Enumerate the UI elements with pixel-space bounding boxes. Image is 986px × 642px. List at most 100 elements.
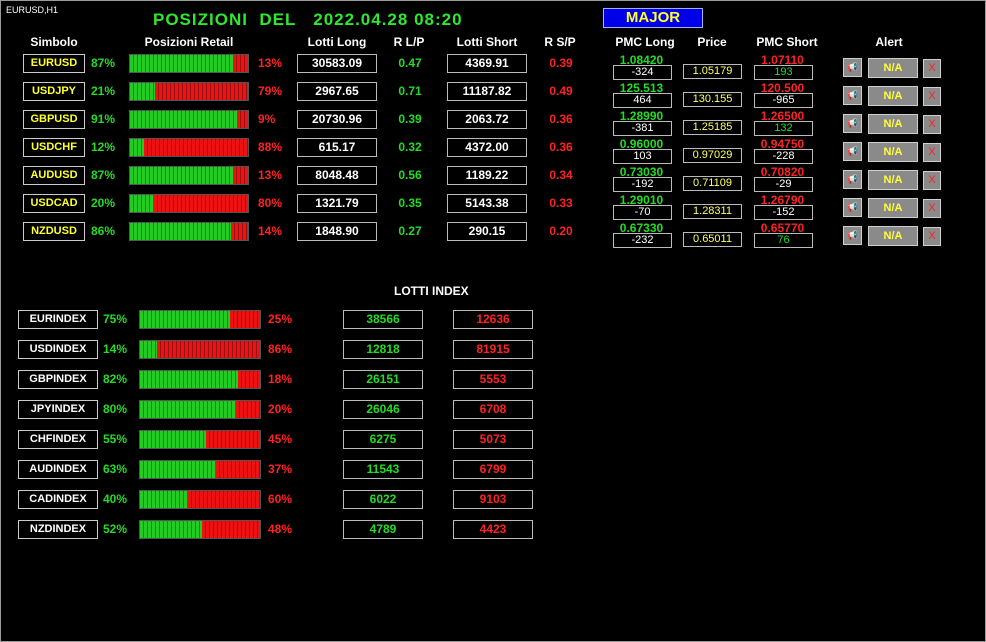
r-lp-value: 0.56 — [398, 168, 422, 182]
long-segment — [140, 371, 238, 388]
alert-bell-button[interactable]: 📢 — [843, 142, 862, 161]
bell-icon: 📢 — [846, 90, 859, 100]
index-short-percent: 18% — [268, 372, 293, 386]
alert-bell-button[interactable]: 📢 — [843, 170, 862, 189]
header-r-sp: R S/P — [544, 35, 576, 49]
index-name-box[interactable]: AUDINDEX — [18, 460, 98, 479]
symbol-box[interactable]: USDCHF — [23, 138, 85, 157]
major-group-button[interactable]: MAJOR — [603, 8, 703, 28]
header-pmc-long: PMC Long — [615, 35, 675, 49]
index-short-percent: 37% — [268, 462, 293, 476]
symbol-box[interactable]: USDJPY — [23, 82, 85, 101]
alert-bell-button[interactable]: 📢 — [843, 114, 862, 133]
r-sp-value: 0.34 — [549, 168, 573, 182]
index-long-percent: 40% — [103, 492, 128, 506]
alert-status-button[interactable]: N/A — [868, 170, 918, 190]
short-segment — [216, 461, 260, 478]
index-short-percent: 25% — [268, 312, 293, 326]
lotti-short-value: 4369.91 — [447, 54, 527, 73]
index-name-box[interactable]: CADINDEX — [18, 490, 98, 509]
index-long-percent: 14% — [103, 342, 128, 356]
alert-status-button[interactable]: N/A — [868, 58, 918, 78]
remove-alert-button[interactable]: X — [923, 199, 941, 218]
alert-status-button[interactable]: N/A — [868, 142, 918, 162]
index-name-box[interactable]: CHFINDEX — [18, 430, 98, 449]
alert-bell-button[interactable]: 📢 — [843, 226, 862, 245]
price-value: 0.71109 — [683, 176, 742, 191]
long-segment — [130, 55, 233, 72]
price-value: 1.28311 — [683, 204, 742, 219]
index-short-lots: 6708 — [453, 400, 533, 419]
short-segment — [231, 223, 248, 240]
symbol-box[interactable]: GBPUSD — [23, 110, 85, 129]
index-long-lots: 11543 — [343, 460, 423, 479]
index-short-lots: 9103 — [453, 490, 533, 509]
bell-icon: 📢 — [846, 202, 859, 212]
alert-status-button[interactable]: N/A — [868, 114, 918, 134]
alert-status-button[interactable]: N/A — [868, 198, 918, 218]
index-short-lots: 12636 — [453, 310, 533, 329]
header-lotti-short: Lotti Short — [456, 35, 518, 49]
alert-bell-button[interactable]: 📢 — [843, 198, 862, 217]
index-short-lots: 6799 — [453, 460, 533, 479]
index-long-lots: 26151 — [343, 370, 423, 389]
symbol-box[interactable]: NZDUSD — [23, 222, 85, 241]
remove-alert-button[interactable]: X — [923, 115, 941, 134]
r-sp-value: 0.36 — [549, 140, 573, 154]
pmc-short-diff: -29 — [754, 177, 813, 192]
short-segment — [154, 195, 248, 212]
r-lp-value: 0.71 — [398, 84, 422, 98]
pmc-short-diff: 132 — [754, 121, 813, 136]
remove-alert-button[interactable]: X — [923, 59, 941, 78]
remove-alert-button[interactable]: X — [923, 143, 941, 162]
index-name-box[interactable]: JPYINDEX — [18, 400, 98, 419]
long-percent: 91% — [91, 112, 116, 126]
r-lp-value: 0.27 — [398, 224, 422, 238]
pmc-short-diff: -965 — [754, 93, 813, 108]
index-ratio-bar — [139, 340, 261, 359]
alert-bell-button[interactable]: 📢 — [843, 86, 862, 105]
alert-status-button[interactable]: N/A — [868, 226, 918, 246]
index-short-lots: 81915 — [453, 340, 533, 359]
long-percent: 86% — [91, 224, 116, 238]
index-long-lots: 6275 — [343, 430, 423, 449]
long-segment — [130, 195, 154, 212]
chart-symbol-label: EURUSD,H1 — [6, 5, 59, 15]
lotti-short-value: 11187.82 — [447, 82, 527, 101]
symbol-box[interactable]: USDCAD — [23, 194, 85, 213]
price-value: 130.155 — [683, 92, 742, 107]
index-name-box[interactable]: USDINDEX — [18, 340, 98, 359]
short-segment — [155, 83, 248, 100]
pmc-long-diff: 464 — [613, 93, 672, 108]
index-name-box[interactable]: GBPINDEX — [18, 370, 98, 389]
symbol-box[interactable]: AUDUSD — [23, 166, 85, 185]
long-percent: 21% — [91, 84, 116, 98]
index-name-box[interactable]: EURINDEX — [18, 310, 98, 329]
pmc-short-diff: -228 — [754, 149, 813, 164]
pmc-long-diff: -381 — [613, 121, 672, 136]
retail-ratio-bar — [129, 194, 249, 213]
alert-status-button[interactable]: N/A — [868, 86, 918, 106]
remove-alert-button[interactable]: X — [923, 227, 941, 246]
header-alert: Alert — [875, 35, 903, 49]
long-segment — [140, 491, 188, 508]
long-segment — [130, 111, 237, 128]
short-percent: 14% — [258, 224, 283, 238]
price-value: 0.97029 — [683, 148, 742, 163]
alert-bell-button[interactable]: 📢 — [843, 58, 862, 77]
remove-alert-button[interactable]: X — [923, 171, 941, 190]
r-lp-value: 0.39 — [398, 112, 422, 126]
r-lp-value: 0.32 — [398, 140, 422, 154]
index-long-lots: 26046 — [343, 400, 423, 419]
r-sp-value: 0.20 — [549, 224, 573, 238]
pmc-short-diff: 76 — [754, 233, 813, 248]
long-segment — [130, 223, 231, 240]
index-short-percent: 60% — [268, 492, 293, 506]
remove-alert-button[interactable]: X — [923, 87, 941, 106]
long-percent: 12% — [91, 140, 116, 154]
lotti-short-value: 1189.22 — [447, 166, 527, 185]
symbol-box[interactable]: EURUSD — [23, 54, 85, 73]
pmc-short-diff: 193 — [754, 65, 813, 80]
index-long-lots: 38566 — [343, 310, 423, 329]
index-name-box[interactable]: NZDINDEX — [18, 520, 98, 539]
